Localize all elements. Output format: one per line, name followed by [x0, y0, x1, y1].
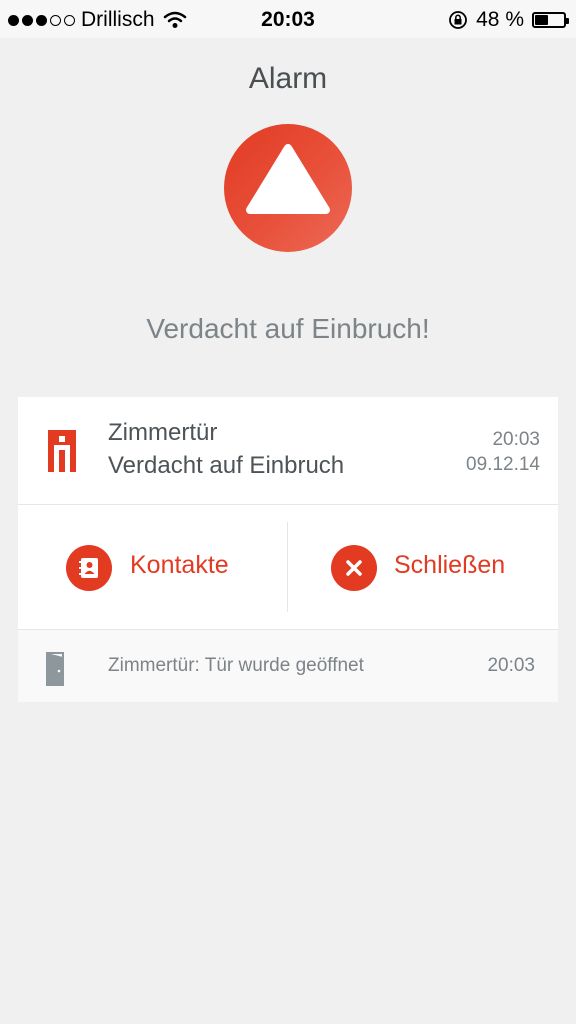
event-description: Verdacht auf Einbruch: [108, 452, 345, 479]
event-name: Zimmertür: [108, 419, 218, 446]
alarm-message: Verdacht auf Einbruch!: [146, 313, 430, 344]
log-entry: Zimmertür: Tür wurde geöffnet 20:03: [18, 630, 558, 702]
contacts-button[interactable]: Kontakte: [18, 505, 287, 629]
contacts-label: Kontakte: [130, 551, 229, 579]
warning-triangle-icon: [246, 144, 330, 214]
battery-fill: [535, 15, 549, 25]
event-date: 09.12.14: [466, 454, 540, 475]
status-bar-right: 48 %: [448, 8, 569, 32]
status-bar: Drillisch 20:03 48 %: [0, 0, 576, 38]
battery-percent: 48 %: [476, 8, 524, 31]
open-door-icon: [46, 652, 64, 686]
address-book-icon: [66, 545, 112, 591]
event-row: Zimmertür Verdacht auf Einbruch 20:03 09…: [18, 397, 558, 504]
log-text: Zimmertür: Tür wurde geöffnet: [108, 655, 364, 676]
alarm-badge: [224, 124, 352, 252]
close-button[interactable]: Schließen: [288, 505, 557, 629]
rotation-lock-icon: [449, 11, 468, 29]
log-time: 20:03: [487, 655, 535, 676]
alarm-card: Zimmertür Verdacht auf Einbruch 20:03 09…: [18, 397, 558, 702]
close-label: Schließen: [394, 551, 506, 579]
event-time: 20:03: [492, 429, 540, 450]
close-icon: [331, 545, 377, 591]
page-title: Alarm: [248, 62, 328, 95]
battery-tip: [566, 18, 569, 24]
battery-icon: [532, 12, 569, 28]
door-sensor-icon: [48, 430, 76, 472]
